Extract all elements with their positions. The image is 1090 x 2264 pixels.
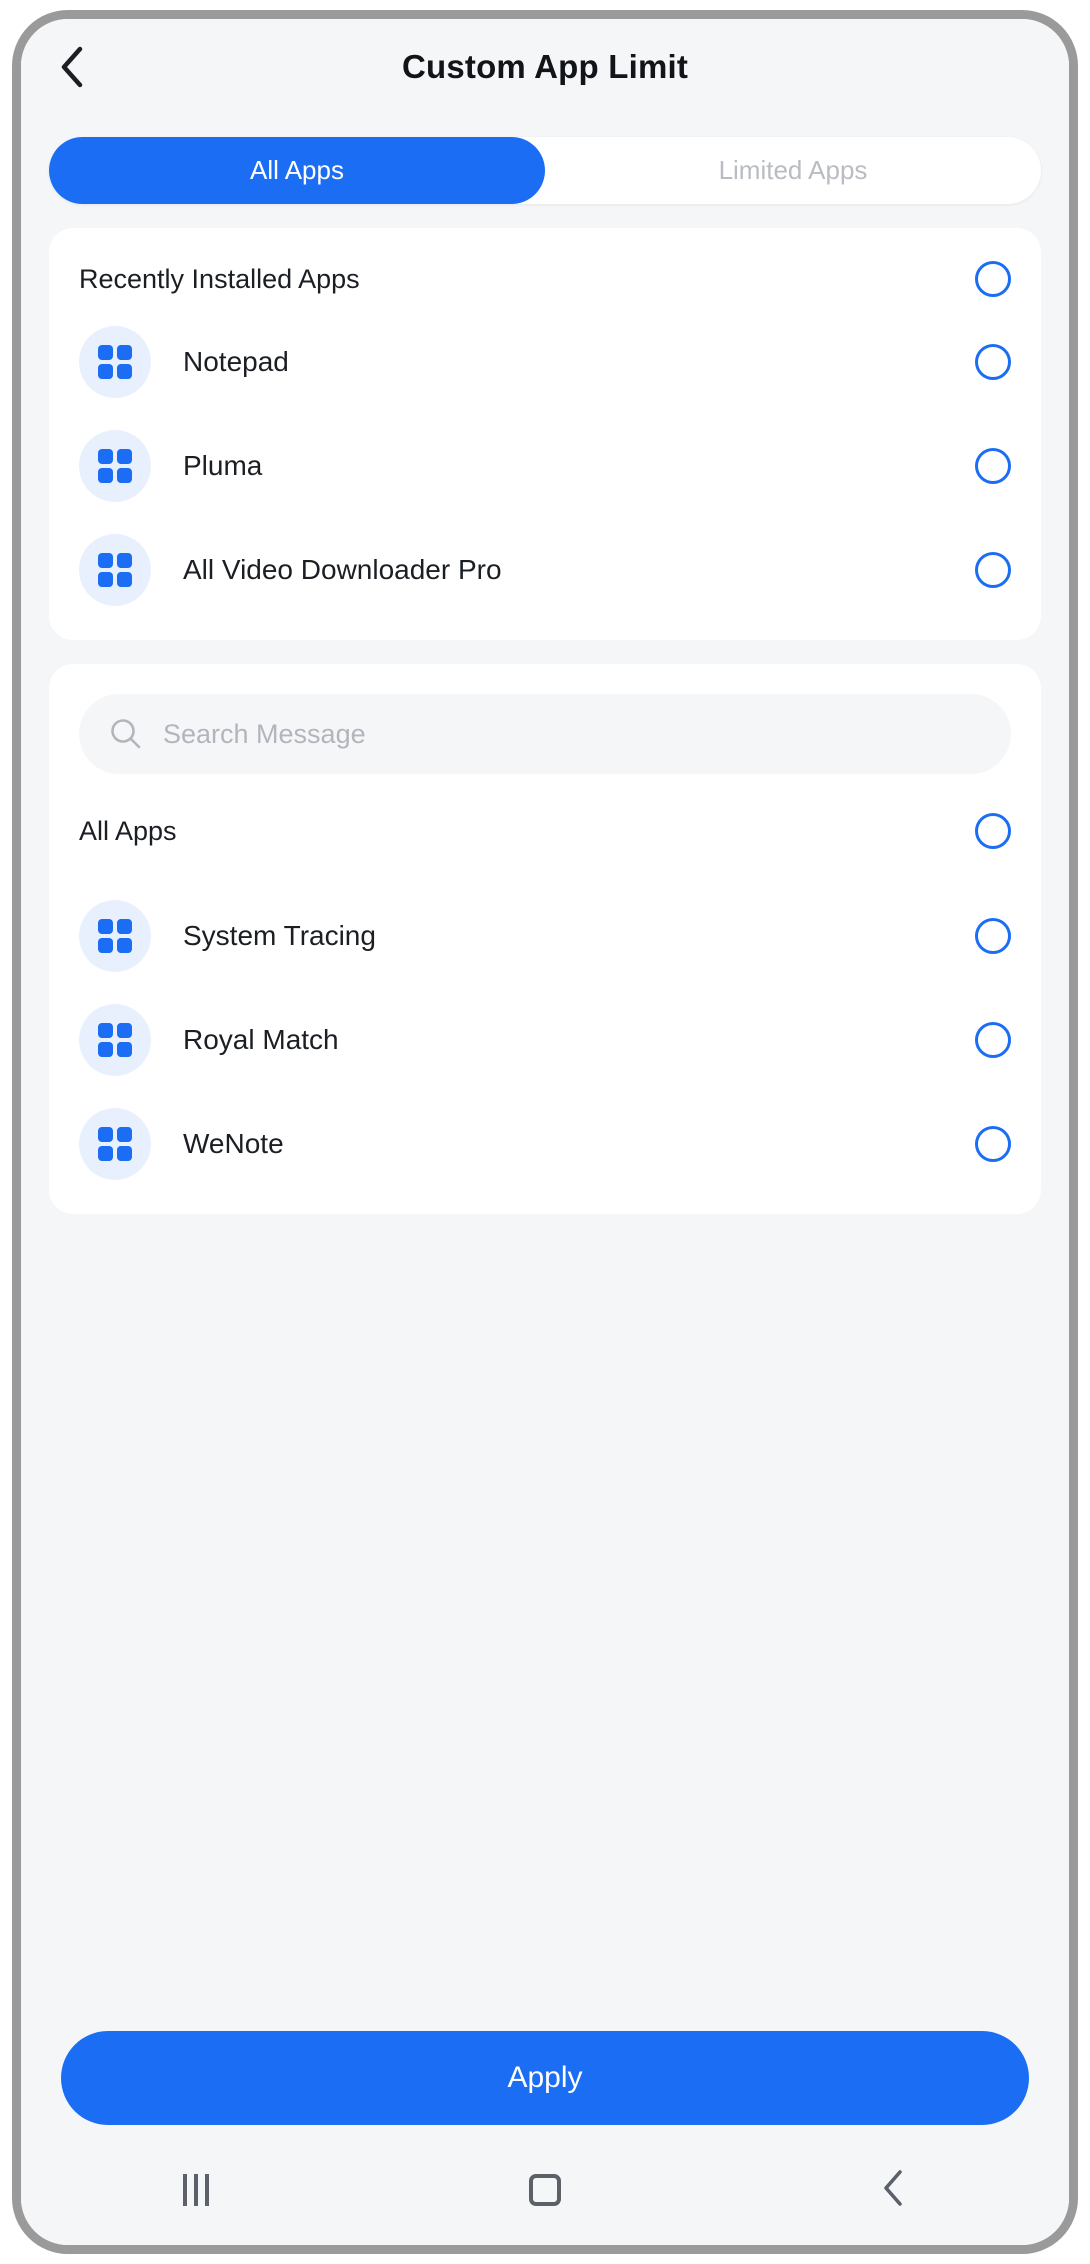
android-nav-bar xyxy=(21,2135,1069,2245)
tabs-container: All Apps Limited Apps xyxy=(21,115,1069,204)
recents-icon xyxy=(182,2174,209,2206)
phone-frame: Custom App Limit All Apps Limited Apps R… xyxy=(0,0,1090,2264)
apply-button[interactable]: Apply xyxy=(61,2031,1029,2125)
list-item[interactable]: All Video Downloader Pro xyxy=(49,518,1041,622)
nav-back-button[interactable] xyxy=(834,2155,954,2225)
nav-home-button[interactable] xyxy=(485,2155,605,2225)
chevron-left-icon xyxy=(881,2168,907,2213)
app-name: Royal Match xyxy=(183,1024,339,1055)
content-area: Recently Installed Apps Notepad Pluma Al… xyxy=(21,204,1069,2003)
search-box[interactable] xyxy=(79,694,1011,774)
page-title: Custom App Limit xyxy=(401,48,689,85)
list-item[interactable]: Pluma xyxy=(49,414,1041,518)
search-container xyxy=(49,664,1041,780)
nav-recents-button[interactable] xyxy=(136,2155,256,2225)
tab-limited-apps[interactable]: Limited Apps xyxy=(545,137,1041,204)
recently-installed-header[interactable]: Recently Installed Apps xyxy=(49,228,1041,310)
app-radio[interactable] xyxy=(975,1126,1011,1162)
chevron-left-icon xyxy=(59,45,85,89)
all-apps-title: All Apps xyxy=(79,815,177,846)
back-button[interactable] xyxy=(43,38,101,96)
tab-all-apps[interactable]: All Apps xyxy=(49,137,545,204)
all-apps-radio[interactable] xyxy=(975,813,1011,849)
phone-bezel: Custom App Limit All Apps Limited Apps R… xyxy=(12,10,1078,2254)
all-apps-card: All Apps System Tracing xyxy=(49,664,1041,1214)
app-grid-icon xyxy=(79,534,151,606)
app-radio[interactable] xyxy=(975,918,1011,954)
tab-limited-apps-label: Limited Apps xyxy=(718,155,868,185)
search-icon xyxy=(109,717,143,751)
app-name: WeNote xyxy=(183,1128,284,1159)
app-grid-icon xyxy=(79,430,151,502)
app-name: Notepad xyxy=(183,346,289,377)
app-header: Custom App Limit xyxy=(21,19,1069,115)
app-grid-icon xyxy=(79,326,151,398)
app-radio[interactable] xyxy=(975,448,1011,484)
recently-installed-radio[interactable] xyxy=(975,261,1011,297)
list-item[interactable]: WeNote xyxy=(49,1092,1041,1196)
list-item[interactable]: Royal Match xyxy=(49,988,1041,1092)
search-input[interactable] xyxy=(163,718,981,750)
app-name: System Tracing xyxy=(183,920,376,951)
all-apps-header[interactable]: All Apps xyxy=(49,780,1041,862)
tab-all-apps-label: All Apps xyxy=(250,155,344,185)
list-item[interactable]: Notepad xyxy=(49,310,1041,414)
app-radio[interactable] xyxy=(975,552,1011,588)
app-grid-icon xyxy=(79,1108,151,1180)
app-radio[interactable] xyxy=(975,344,1011,380)
recently-installed-title: Recently Installed Apps xyxy=(79,263,360,294)
app-grid-icon xyxy=(79,900,151,972)
app-name: All Video Downloader Pro xyxy=(183,554,502,585)
apply-container: Apply xyxy=(21,2003,1069,2135)
home-square-icon xyxy=(528,2174,561,2206)
recently-installed-card: Recently Installed Apps Notepad Pluma Al… xyxy=(49,228,1041,640)
app-radio[interactable] xyxy=(975,1022,1011,1058)
app-name: Pluma xyxy=(183,450,263,481)
app-screen: Custom App Limit All Apps Limited Apps R… xyxy=(21,19,1069,2245)
app-grid-icon xyxy=(79,1004,151,1076)
segmented-control: All Apps Limited Apps xyxy=(49,137,1041,204)
list-item[interactable]: System Tracing xyxy=(49,884,1041,988)
